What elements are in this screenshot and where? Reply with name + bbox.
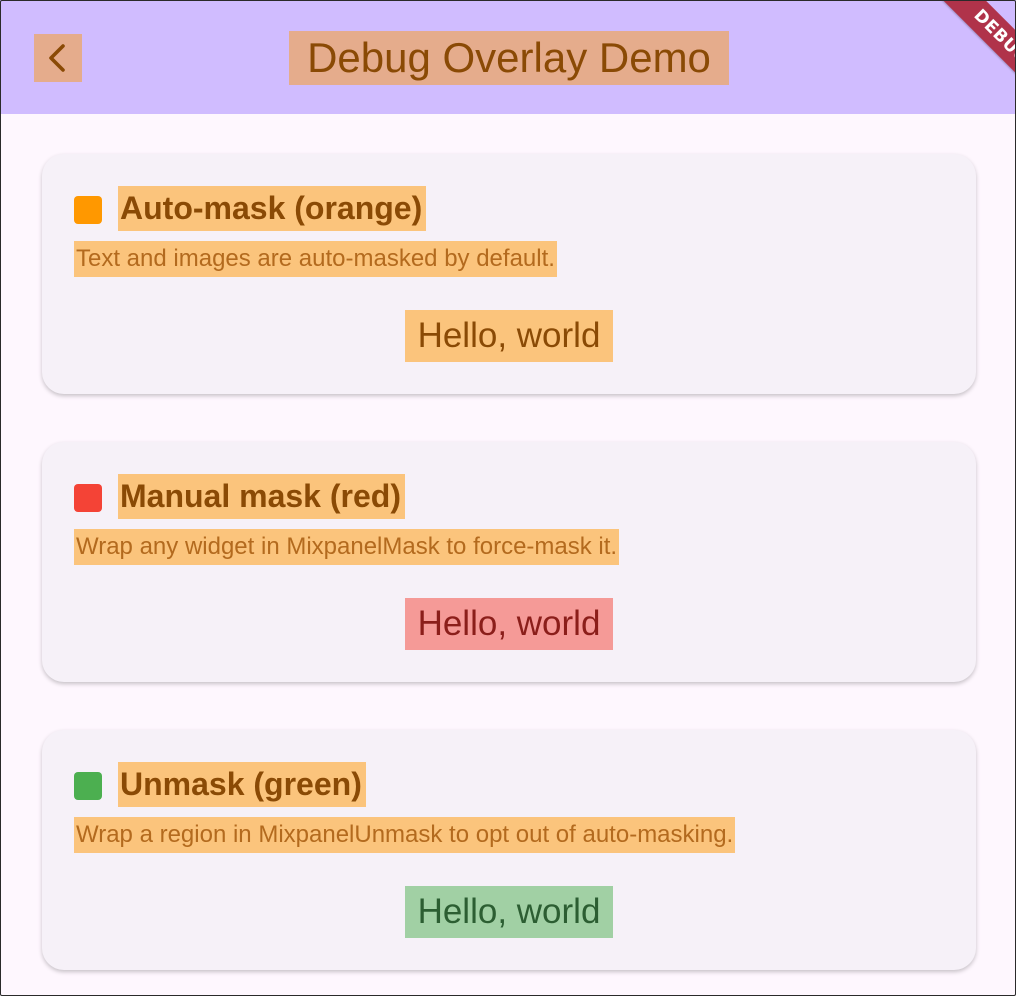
sample-text-unmasked: Hello, world (405, 886, 613, 938)
card-description: Text and images are auto-masked by defau… (74, 241, 557, 277)
debug-banner-label: DEBUG (930, 0, 1016, 108)
unmask-card: Unmask (green) Wrap a region in Mixpanel… (42, 730, 976, 970)
manual-mask-card: Manual mask (red) Wrap any widget in Mix… (42, 442, 976, 682)
card-description: Wrap any widget in MixpanelMask to force… (74, 529, 620, 565)
page-title: Debug Overlay Demo (289, 31, 729, 85)
card-title: Unmask (green) (118, 762, 366, 807)
sample-text-auto-masked: Hello, world (405, 310, 613, 362)
app-bar: Debug Overlay Demo (0, 0, 1016, 114)
card-title: Auto-mask (orange) (118, 186, 427, 231)
chevron-left-icon (49, 44, 65, 72)
orange-swatch (74, 196, 102, 224)
red-swatch (74, 484, 102, 512)
auto-mask-card: Auto-mask (orange) Text and images are a… (42, 154, 976, 394)
card-description: Wrap a region in MixpanelUnmask to opt o… (74, 817, 736, 853)
debug-banner: DEBUG (896, 0, 1016, 120)
back-button[interactable] (34, 34, 82, 82)
card-title: Manual mask (red) (118, 474, 405, 519)
sample-text-manual-masked: Hello, world (405, 598, 613, 650)
green-swatch (74, 772, 102, 800)
